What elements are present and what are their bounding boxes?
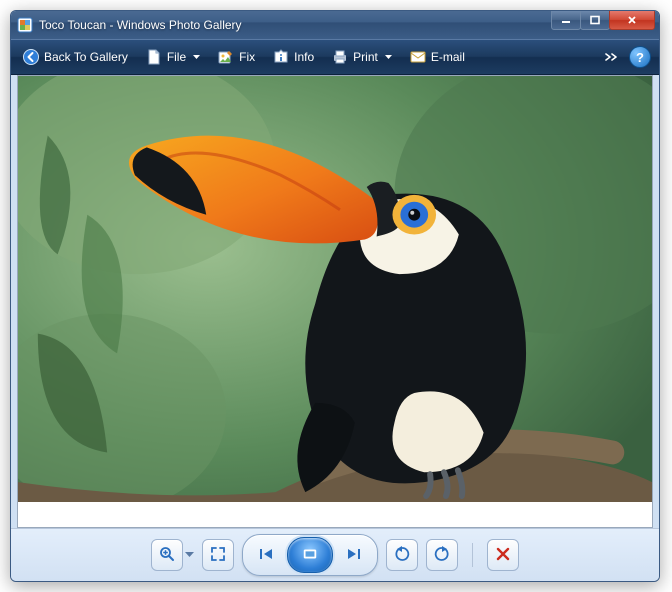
close-button[interactable]: [609, 10, 655, 30]
print-icon: [332, 49, 348, 65]
fix-label: Fix: [239, 50, 255, 64]
email-button[interactable]: E-mail: [402, 46, 473, 68]
rotate-cw-button[interactable]: [426, 539, 458, 571]
help-button[interactable]: ?: [629, 46, 651, 68]
maximize-button[interactable]: [580, 10, 610, 30]
app-icon: [17, 17, 33, 33]
fix-button[interactable]: Fix: [210, 46, 263, 68]
toolbar: Back To Gallery File Fix Info Pri: [11, 39, 659, 75]
fix-icon: [218, 49, 234, 65]
chevron-down-icon: [385, 55, 392, 59]
file-icon: [146, 49, 162, 65]
help-icon: ?: [636, 50, 644, 65]
titlebar: Toco Toucan - Windows Photo Gallery: [11, 11, 659, 39]
info-icon: [273, 49, 289, 65]
app-window: Toco Toucan - Windows Photo Gallery Back…: [10, 10, 660, 582]
email-icon: [410, 49, 426, 65]
zoom-button[interactable]: [151, 539, 183, 571]
back-to-gallery-button[interactable]: Back To Gallery: [15, 46, 136, 68]
navigation-group: [242, 534, 378, 576]
file-menu[interactable]: File: [138, 46, 208, 68]
print-label: Print: [353, 50, 378, 64]
skip-forward-icon: [345, 547, 361, 564]
info-label: Info: [294, 50, 314, 64]
next-button[interactable]: [333, 541, 373, 569]
email-label: E-mail: [431, 50, 465, 64]
photo-image: [18, 76, 652, 502]
magnifier-icon: [159, 546, 175, 565]
toolbar-overflow-button[interactable]: [601, 52, 623, 62]
slideshow-button[interactable]: [287, 537, 333, 573]
back-label: Back To Gallery: [44, 50, 128, 64]
minimize-button[interactable]: [551, 10, 581, 30]
chevron-down-icon: [193, 55, 200, 59]
photo-viewport[interactable]: [17, 75, 653, 528]
rotate-cw-icon: [434, 546, 450, 565]
back-arrow-icon: [23, 49, 39, 65]
delete-x-icon: [495, 546, 511, 565]
rotate-ccw-icon: [394, 546, 410, 565]
window-controls: [552, 15, 655, 35]
viewer-controls: [11, 528, 659, 581]
file-label: File: [167, 50, 186, 64]
actual-size-button[interactable]: [202, 539, 234, 571]
delete-button[interactable]: [487, 539, 519, 571]
fit-icon: [210, 546, 226, 565]
slideshow-icon: [302, 547, 318, 564]
rotate-ccw-button[interactable]: [386, 539, 418, 571]
window-title: Toco Toucan - Windows Photo Gallery: [39, 18, 552, 32]
print-menu[interactable]: Print: [324, 46, 400, 68]
previous-button[interactable]: [247, 541, 287, 569]
info-button[interactable]: Info: [265, 46, 322, 68]
divider: [472, 543, 473, 567]
skip-back-icon: [259, 547, 275, 564]
chevron-down-icon[interactable]: [185, 552, 194, 558]
